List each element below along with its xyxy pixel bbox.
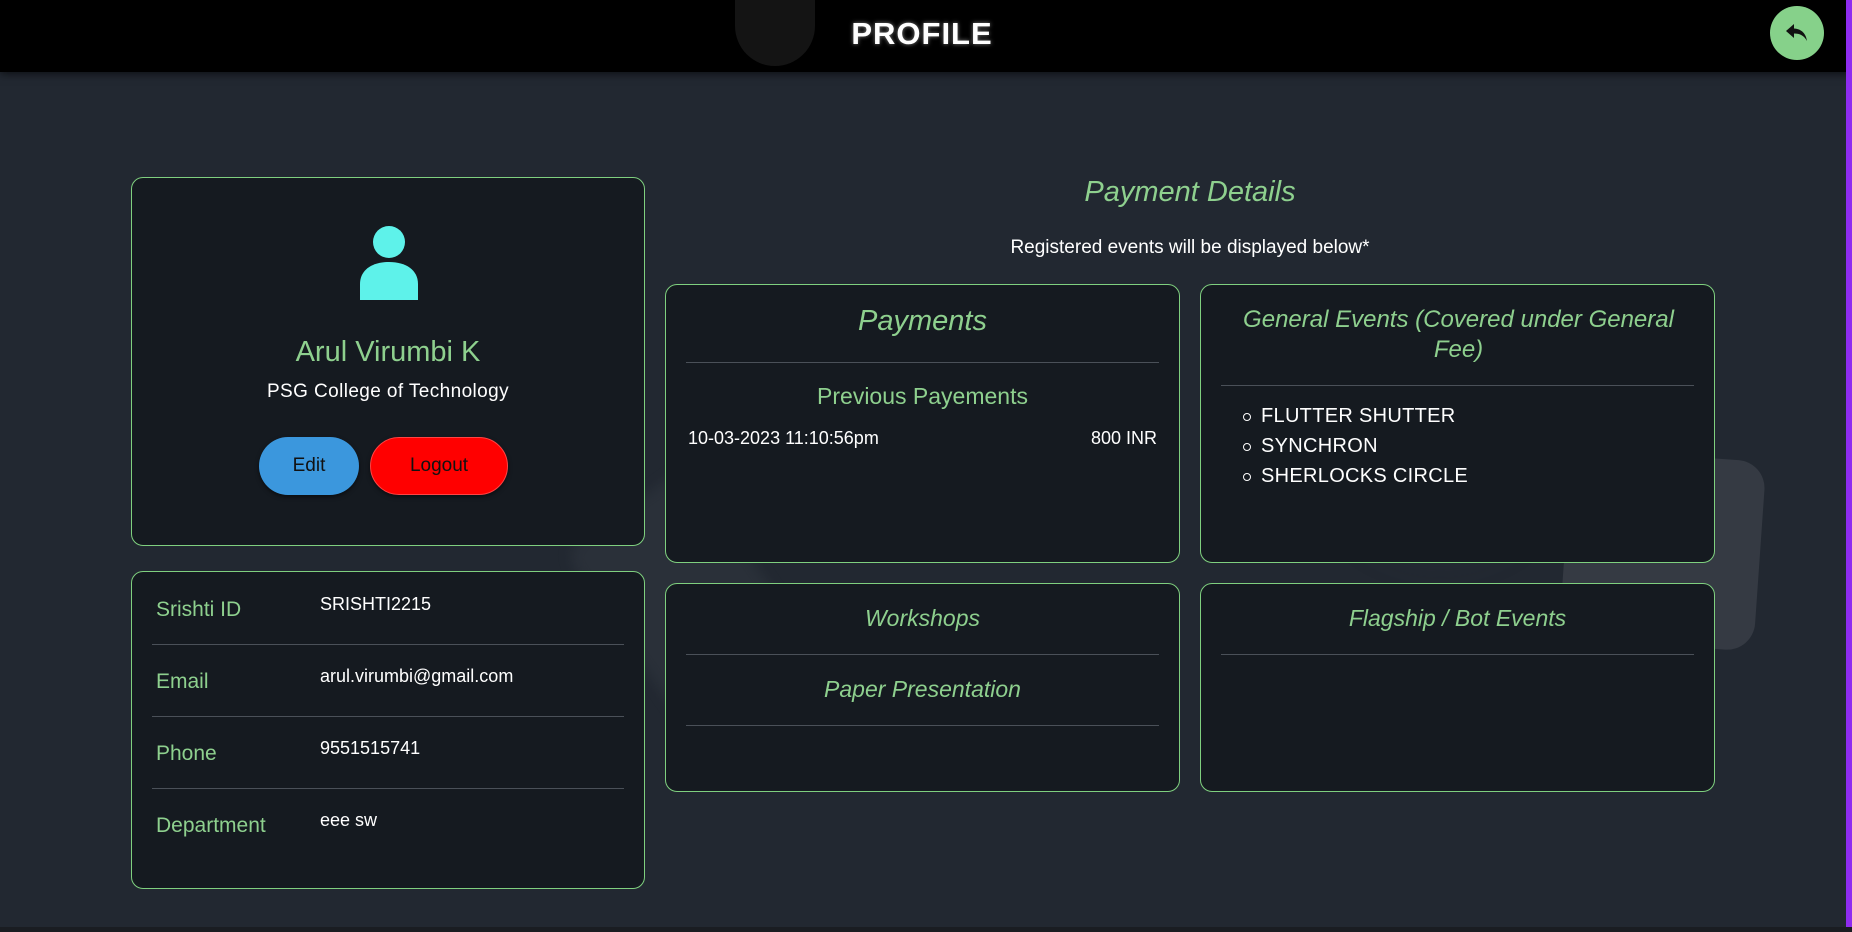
payments-title: Payments xyxy=(858,305,987,337)
info-value: 9551515741 xyxy=(320,738,421,758)
list-item: SYNCHRON xyxy=(1243,435,1468,465)
payment-details-title: Payment Details xyxy=(1084,176,1296,208)
divider xyxy=(1221,654,1694,655)
scrollbar[interactable] xyxy=(1846,0,1852,932)
general-events-title: General Events (Covered under General Fe… xyxy=(1243,306,1674,363)
edit-button[interactable]: Edit xyxy=(259,437,359,495)
top-bar: PROFILE xyxy=(0,0,1852,72)
previous-payments-title: Previous Payements xyxy=(817,383,1028,409)
info-row-email: Email arul.virumbi@gmail.com xyxy=(152,644,624,717)
list-item: FLUTTER SHUTTER xyxy=(1243,405,1468,435)
info-row-srishti-id: Srishti ID SRISHTI2215 xyxy=(152,572,624,645)
info-label: Srishti ID xyxy=(156,598,242,621)
profile-college: PSG College of Technology xyxy=(266,381,510,402)
page-title: PROFILE xyxy=(851,16,993,51)
info-row-department: Department eee sw xyxy=(152,788,624,860)
paper-presentation-title: Paper Presentation xyxy=(824,676,1021,702)
profile-card: Arul Virumbi K PSG College of Technology… xyxy=(131,177,645,546)
workshops-title: Workshops xyxy=(864,605,981,631)
bullet-icon xyxy=(1243,413,1251,421)
divider xyxy=(1221,385,1694,386)
profile-info-card: Srishti ID SRISHTI2215 Email arul.virumb… xyxy=(131,571,645,889)
flagship-title: Flagship / Bot Events xyxy=(1348,605,1567,631)
back-button[interactable] xyxy=(1770,6,1824,60)
event-name: FLUTTER SHUTTER xyxy=(1261,405,1456,427)
profile-name: Arul Virumbi K xyxy=(295,336,481,368)
event-name: SHERLOCKS CIRCLE xyxy=(1261,465,1469,487)
info-label: Email xyxy=(156,670,209,693)
payment-amount: 800 INR xyxy=(1090,428,1157,448)
info-label: Phone xyxy=(156,742,217,765)
flagship-events-card: Flagship / Bot Events xyxy=(1200,583,1715,792)
payments-card: Payments Previous Payements 10-03-2023 1… xyxy=(665,284,1180,563)
bullet-icon xyxy=(1243,443,1251,451)
list-item: SHERLOCKS CIRCLE xyxy=(1243,465,1469,495)
page-bottom-edge xyxy=(0,927,1852,932)
bullet-icon xyxy=(1243,473,1251,481)
general-events-list: FLUTTER SHUTTER SYNCHRON SHERLOCKS CIRCL… xyxy=(1243,405,1469,495)
divider xyxy=(686,654,1159,655)
divider xyxy=(686,725,1159,726)
info-value: eee sw xyxy=(320,810,378,830)
reply-arrow-icon xyxy=(1786,24,1807,41)
info-row-phone: Phone 9551515741 xyxy=(152,716,624,789)
event-name: SYNCHRON xyxy=(1261,435,1378,457)
logout-button[interactable]: Logout xyxy=(370,437,508,495)
payment-details-subtitle: Registered events will be displayed belo… xyxy=(1010,237,1370,258)
divider xyxy=(686,362,1159,363)
info-value: arul.virumbi@gmail.com xyxy=(320,666,514,686)
info-value: SRISHTI2215 xyxy=(320,594,432,614)
user-avatar-icon xyxy=(360,226,418,300)
general-events-card: General Events (Covered under General Fe… xyxy=(1200,284,1715,563)
info-label: Department xyxy=(156,814,266,837)
workshops-card: Workshops Paper Presentation xyxy=(665,583,1180,792)
payment-date: 10-03-2023 11:10:56pm xyxy=(688,428,879,448)
